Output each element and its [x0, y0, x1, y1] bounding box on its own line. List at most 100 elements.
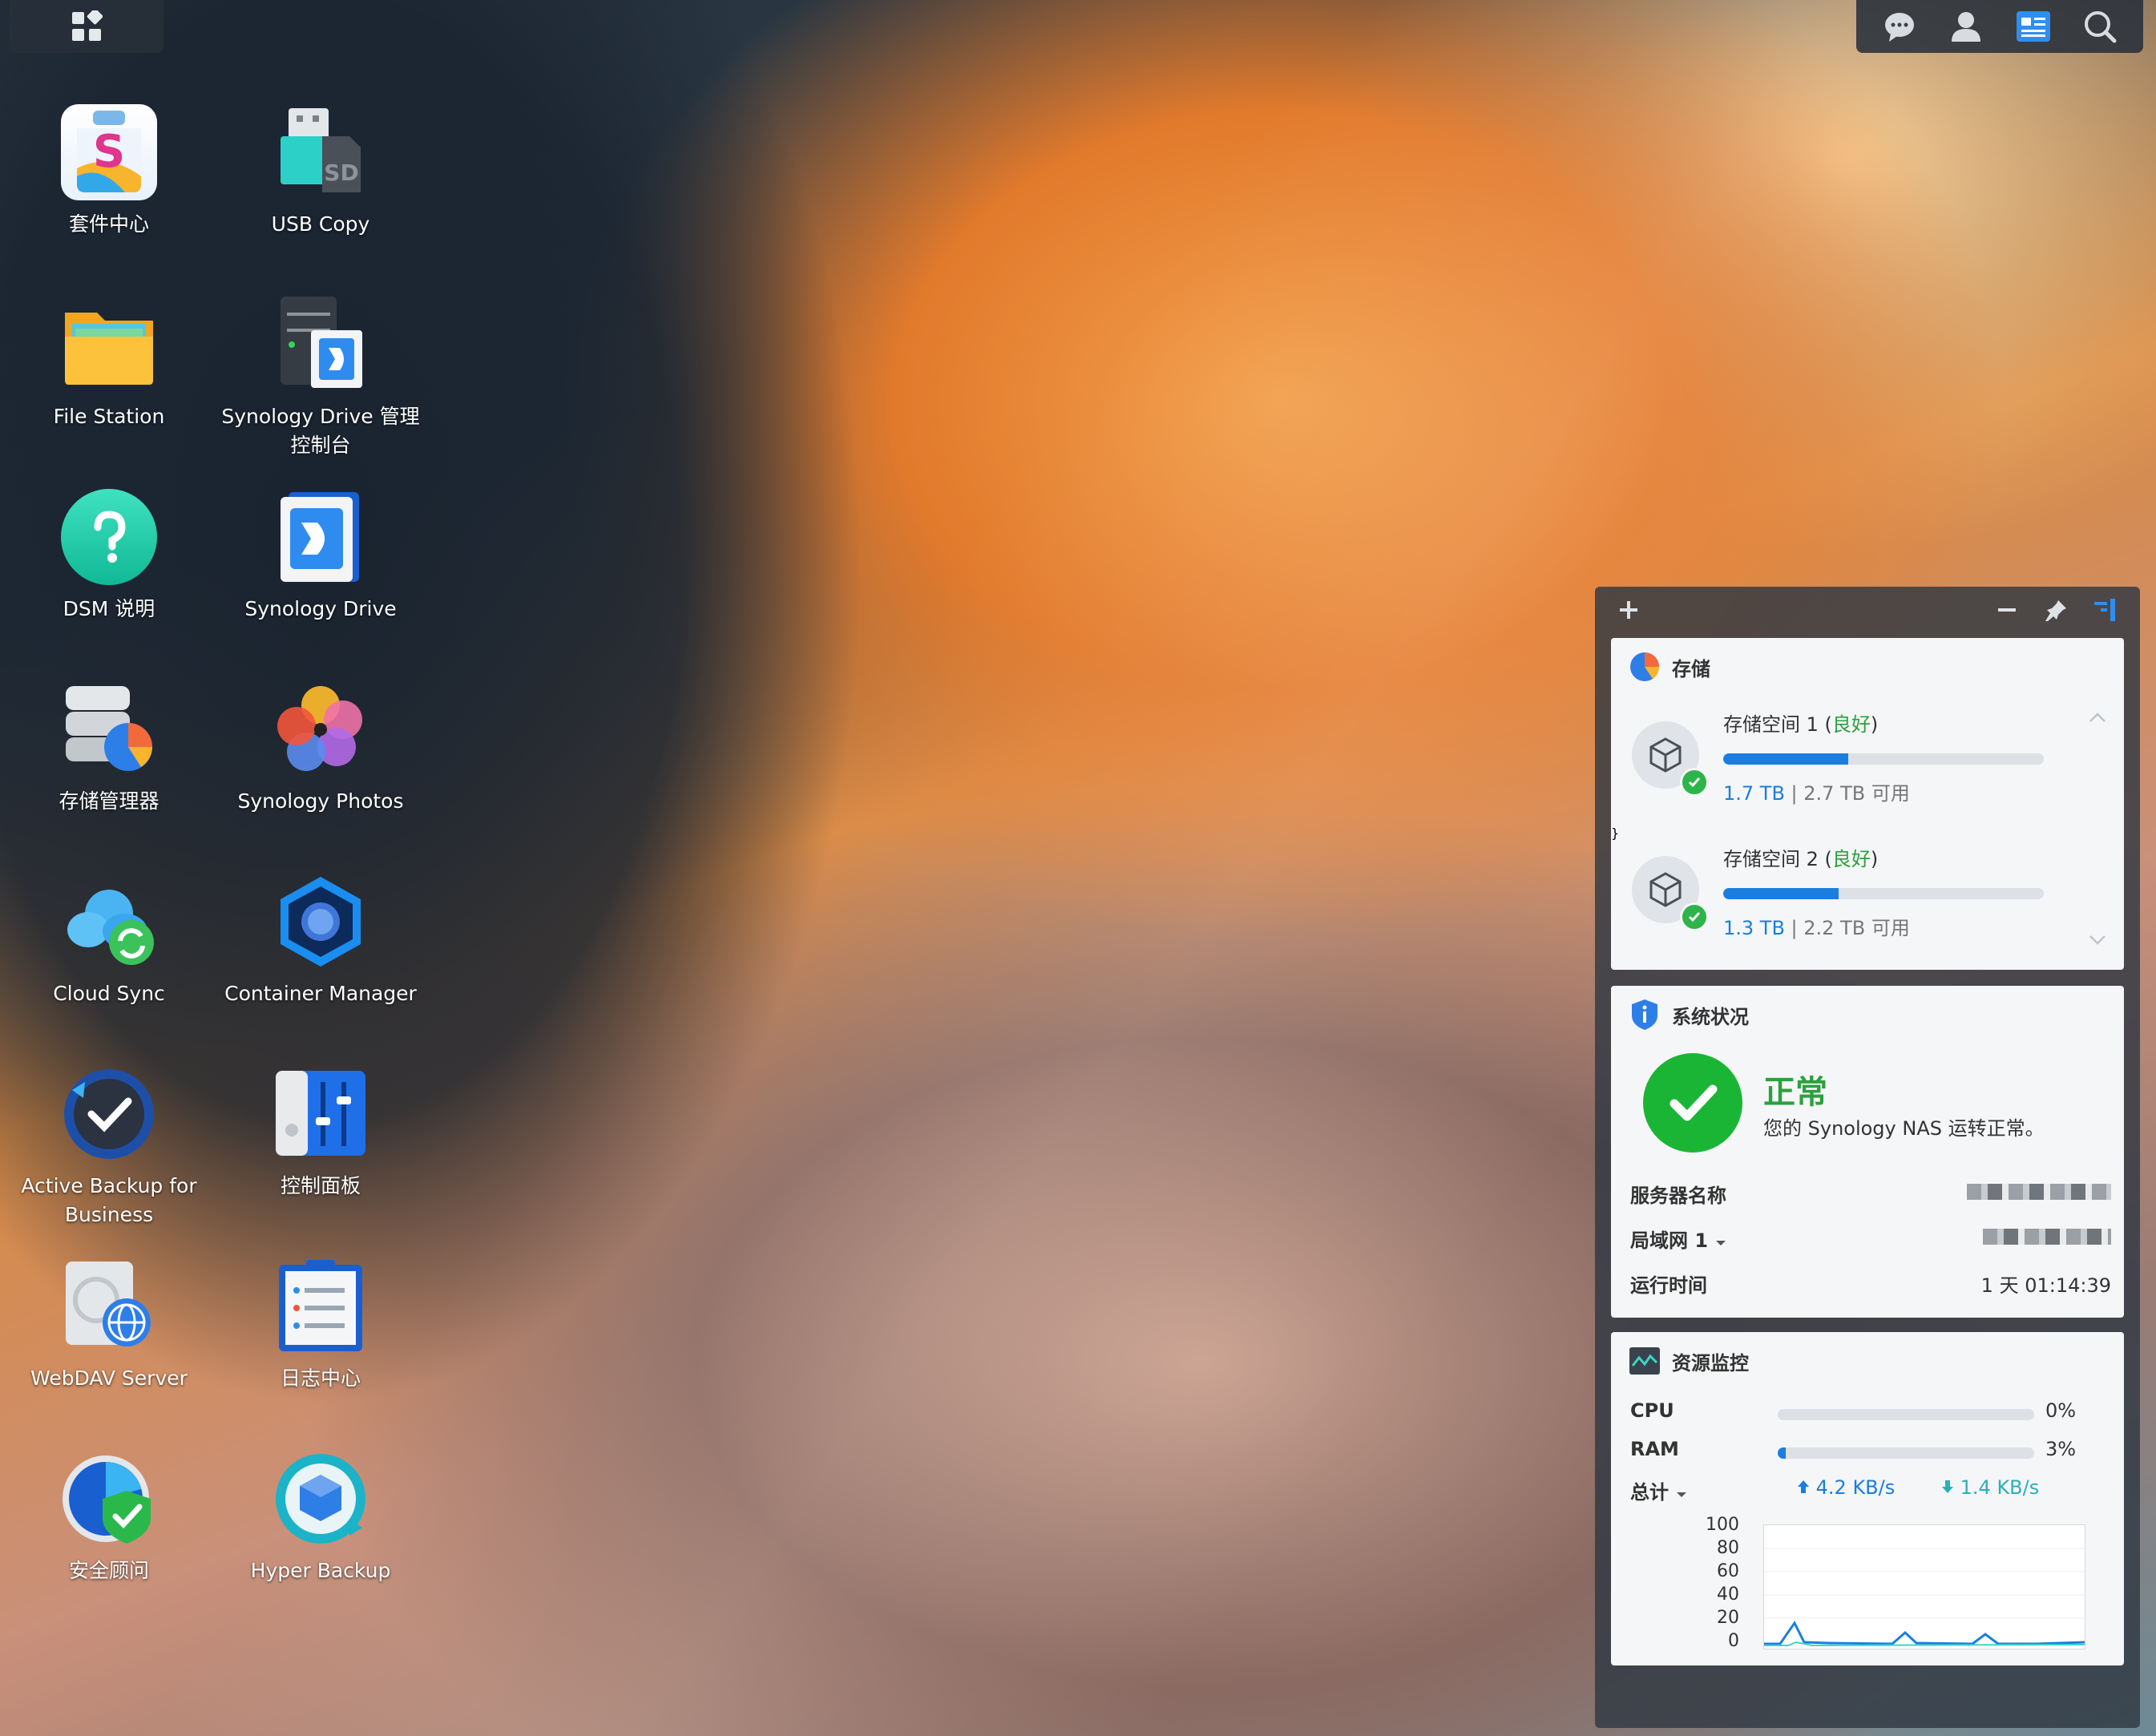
network-row[interactable]: 总计 4.2 KB/s 1.4 KB/s	[1630, 1476, 2111, 1508]
widget-panel: 存储 存储空间 1 (良好) 1.7 TB | 2.7 TB 可用 存储空间 2…	[1595, 587, 2140, 1728]
resource-title: 资源监控	[1672, 1351, 1749, 1375]
caret-down-icon[interactable]	[1714, 1239, 1727, 1247]
healthy-check-icon	[1680, 768, 1709, 797]
volume-usage-fill	[1723, 753, 1848, 765]
app-label: 日志中心	[280, 1367, 361, 1390]
volume-capacity: 1.3 TB | 2.2 TB 可用	[1723, 917, 1910, 939]
app-label: Synology Photos	[237, 789, 404, 813]
plus-icon	[1620, 601, 1637, 619]
app-webdav-server[interactable]: WebDAV Server	[0, 1242, 218, 1419]
app-label: Container Manager	[224, 982, 417, 1005]
download-arrow-icon	[1942, 1480, 1953, 1493]
usb-copy-icon: SD	[273, 104, 369, 200]
widgets-icon[interactable]	[2014, 7, 2053, 46]
system-health-widget: 系统状况 正常 您的 Synology NAS 运转正常。 服务器名称 局域网 …	[1611, 986, 2124, 1318]
caret-down-icon[interactable]	[1675, 1491, 1688, 1499]
resource-monitor-widget: 资源监控 CPU 0% RAM 3% 总计 4.2 KB/s 1.4 KB/s …	[1611, 1332, 2124, 1665]
app-synology-photos[interactable]: Synology Photos	[212, 665, 430, 842]
app-label: File Station	[53, 405, 165, 428]
app-label: Synology Drive 管理控制台	[221, 405, 420, 457]
package-center-icon: S	[61, 104, 157, 200]
app-label: 安全顾问	[68, 1559, 149, 1582]
app-label: Synology Drive	[244, 597, 397, 620]
server-name-row: 服务器名称	[1630, 1180, 2111, 1212]
app-file-station[interactable]: File Station	[0, 281, 218, 457]
add-widget-button[interactable]	[1613, 594, 1645, 626]
app-active-backup[interactable]: Active Backup for Business	[0, 1050, 218, 1226]
app-usb-copy[interactable]: SD USB Copy	[212, 88, 430, 264]
hyper-backup-icon	[273, 1451, 369, 1547]
app-container-manager[interactable]: Container Manager	[212, 858, 430, 1034]
drive-icon	[273, 489, 369, 585]
ram-usage-bar	[1778, 1447, 2034, 1459]
app-package-center[interactable]: S 套件中心	[0, 88, 218, 264]
lan-ip-value	[1983, 1225, 2111, 1247]
y-tick: 100	[1706, 1515, 1739, 1535]
svg-text:S: S	[93, 126, 125, 178]
y-tick: 40	[1717, 1585, 1739, 1605]
search-icon[interactable]	[2081, 7, 2119, 46]
uptime-value: 1 天 01:14:39	[1980, 1274, 2111, 1297]
chat-icon[interactable]	[1880, 7, 1919, 46]
volume-1[interactable]: 存储空间 1 (良好) 1.7 TB | 2.7 TB 可用	[1611, 691, 2124, 819]
info-shield-icon	[1629, 999, 1661, 1031]
app-label: Active Backup for Business	[21, 1174, 197, 1226]
volume-capacity: 1.7 TB | 2.7 TB 可用	[1723, 782, 1910, 805]
app-cloud-sync[interactable]: Cloud Sync	[0, 858, 218, 1034]
y-tick: 0	[1728, 1631, 1739, 1651]
pin-widgets-button[interactable]	[2041, 594, 2073, 626]
upload-arrow-icon	[1798, 1480, 1809, 1493]
app-dsm-help[interactable]: DSM 说明	[0, 473, 218, 649]
minimize-widgets-button[interactable]	[1991, 594, 2023, 626]
sidebar-toggle-button[interactable]	[2090, 594, 2122, 626]
app-control-panel[interactable]: 控制面板	[212, 1050, 430, 1226]
app-storage-manager[interactable]: 存储管理器	[0, 665, 218, 842]
user-icon[interactable]	[1947, 7, 1985, 46]
status-text: 正常	[1763, 1074, 1827, 1111]
download-speed: 1.4 KB/s	[1941, 1476, 2039, 1499]
server-name-label: 服务器名称	[1630, 1185, 1726, 1207]
resource-widget-title: 资源监控	[1611, 1332, 2124, 1390]
photos-icon	[273, 681, 369, 777]
cpu-usage-bar	[1778, 1409, 2034, 1420]
widget-toolbar	[1595, 587, 2140, 633]
app-label: Hyper Backup	[250, 1559, 391, 1582]
status-ok-icon	[1643, 1053, 1742, 1153]
help-icon	[61, 489, 157, 585]
lan-row[interactable]: 局域网 1	[1630, 1225, 2111, 1257]
uptime-label: 运行时间	[1630, 1274, 1707, 1297]
drive-admin-icon	[273, 297, 369, 393]
ram-usage-fill	[1778, 1447, 1786, 1459]
y-tick: 60	[1717, 1561, 1739, 1581]
app-drive-admin[interactable]: Synology Drive 管理控制台	[212, 281, 430, 457]
volume-usage-bar	[1723, 753, 2044, 765]
volume-usage-bar	[1723, 888, 2044, 899]
lan-label: 局域网 1	[1630, 1225, 1727, 1253]
minus-icon	[1998, 608, 2016, 612]
app-label: 存储管理器	[59, 789, 159, 813]
app-log-center[interactable]: 日志中心	[212, 1242, 430, 1419]
system-title: 系统状况	[1672, 1005, 1749, 1028]
ram-label: RAM	[1630, 1438, 1679, 1460]
app-security-advisor[interactable]: 安全顾问	[0, 1435, 218, 1611]
app-label: DSM 说明	[63, 597, 155, 620]
log-center-icon	[273, 1258, 369, 1354]
pin-icon	[2045, 600, 2066, 621]
webdav-icon	[61, 1258, 157, 1354]
control-panel-icon	[273, 1066, 369, 1162]
main-menu-button[interactable]	[10, 0, 164, 53]
volume-2[interactable]: 存储空间 2 (良好) 1.3 TB | 2.2 TB 可用 }	[1611, 826, 2124, 954]
taskbar-right	[1856, 0, 2143, 53]
uptime-row: 运行时间 1 天 01:14:39	[1630, 1270, 2111, 1302]
monitor-chart-icon	[1629, 1345, 1661, 1377]
storage-widget: 存储 存储空间 1 (良好) 1.7 TB | 2.7 TB 可用 存储空间 2…	[1611, 638, 2124, 970]
security-advisor-icon	[61, 1451, 157, 1547]
upload-speed: 4.2 KB/s	[1797, 1476, 1895, 1499]
ram-percent: 3%	[2045, 1438, 2077, 1460]
app-synology-drive[interactable]: Synology Drive	[212, 473, 430, 649]
app-label: Cloud Sync	[53, 982, 165, 1005]
y-tick: 20	[1717, 1608, 1739, 1628]
app-label: WebDAV Server	[30, 1367, 188, 1390]
volume-usage-fill	[1723, 888, 1839, 899]
app-hyper-backup[interactable]: Hyper Backup	[212, 1435, 430, 1611]
